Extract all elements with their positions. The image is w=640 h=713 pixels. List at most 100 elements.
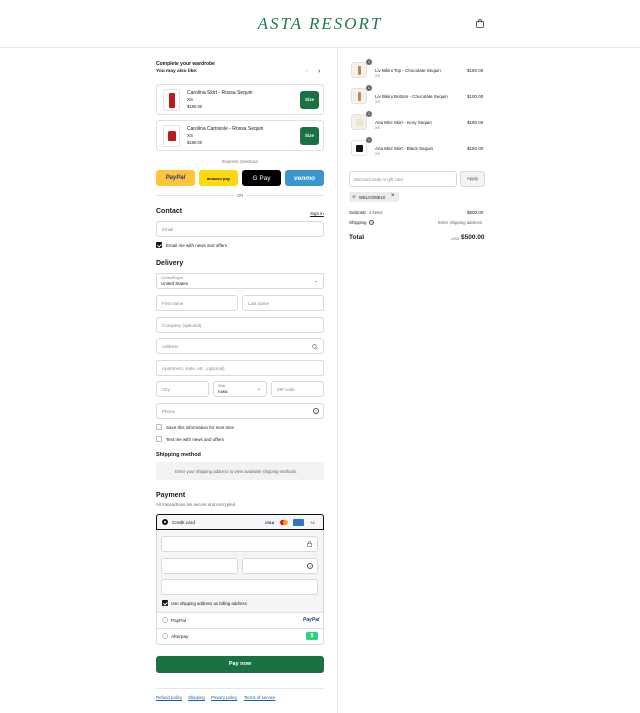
- upsell-subtitle: You may also like:: [156, 69, 198, 74]
- state-select[interactable]: State Iowa ⌄: [213, 381, 267, 397]
- email-placeholder: Email: [162, 227, 174, 232]
- apply-button[interactable]: Apply: [460, 171, 485, 187]
- zip-placeholder: ZIP code: [277, 387, 295, 392]
- divider: [156, 195, 234, 196]
- column-divider: [337, 48, 338, 713]
- help-icon[interactable]: ?: [313, 408, 319, 414]
- discount-code-input[interactable]: Discount code or gift card: [349, 171, 457, 187]
- state-label: State: [218, 384, 226, 388]
- chevron-right-icon[interactable]: ›: [318, 68, 320, 75]
- chevron-left-icon[interactable]: ‹: [306, 68, 308, 75]
- phone-placeholder: Phone: [162, 409, 176, 414]
- size-button[interactable]: Size: [300, 127, 319, 145]
- city-field[interactable]: City: [156, 381, 209, 397]
- company-placeholder: Company (optional): [162, 323, 202, 328]
- help-icon[interactable]: ?: [307, 563, 313, 569]
- expiration-field[interactable]: [161, 558, 238, 574]
- product-thumbnail: [351, 88, 367, 104]
- product-thumbnail: [351, 114, 367, 130]
- subtotal-value: $500.00: [467, 210, 484, 215]
- more-cards-badge: +4: [310, 520, 315, 525]
- amazon-pay-button[interactable]: amazon pay: [199, 170, 238, 186]
- news-checkbox[interactable]: [156, 242, 162, 248]
- discount-tag: ⊘ WELCOME10 ×: [349, 192, 399, 202]
- shipping-method-box: Enter your shipping address to view avai…: [156, 462, 324, 480]
- terms-link[interactable]: Terms of service: [244, 695, 275, 700]
- billing-checkbox[interactable]: [162, 600, 168, 606]
- cart-item-variant: XS: [375, 126, 381, 130]
- apartment-field[interactable]: Apartment, suite, etc. (optional): [156, 360, 324, 376]
- first-name-field[interactable]: First name: [156, 295, 238, 311]
- brand-logo[interactable]: ASTA RESORT: [0, 14, 640, 34]
- product-name: Carolina Skirt - Rossa Sequin: [187, 90, 253, 96]
- cart-item-price: $150.00: [467, 120, 484, 125]
- product-image: [163, 89, 180, 111]
- discount-placeholder: Discount code or gift card: [354, 177, 403, 182]
- or-divider-label: OR: [236, 193, 244, 198]
- cart-item-name: Liv Bikini Bottom - Chocolate Sequin: [375, 94, 448, 99]
- security-code-field[interactable]: ?: [242, 558, 318, 574]
- cart-item-variant: XS: [375, 100, 381, 104]
- cart-item-variant: XS: [375, 74, 381, 78]
- save-info-label: Save this information for next time: [166, 425, 235, 430]
- contact-heading: Contact: [156, 208, 183, 215]
- phone-field[interactable]: Phone ?: [156, 403, 324, 419]
- afterpay-option-label[interactable]: Afterpay: [171, 634, 188, 639]
- address-placeholder: Address: [162, 344, 179, 349]
- divider: [157, 612, 323, 613]
- cart-item-name: Ana Mini Skirt - Ivory Sequin: [375, 120, 432, 125]
- billing-label: Use shipping address as billing address: [171, 601, 247, 606]
- privacy-policy-link[interactable]: Privacy policy: [211, 695, 237, 700]
- credit-card-label: Credit card: [172, 520, 195, 525]
- company-field[interactable]: Company (optional): [156, 317, 324, 333]
- afterpay-logo-icon: $: [306, 632, 318, 640]
- tag-icon: ⊘: [352, 194, 356, 199]
- payment-heading: Payment: [156, 492, 186, 499]
- apartment-placeholder: Apartment, suite, etc. (optional): [162, 366, 225, 371]
- radio-selected[interactable]: [162, 519, 168, 525]
- paypal-logo-icon: PayPal: [303, 617, 320, 623]
- product-variant: XS: [187, 97, 194, 102]
- country-select[interactable]: Country/Region United States ⌄: [156, 273, 324, 289]
- address-field[interactable]: Address: [156, 338, 324, 354]
- shipping-value: Enter shipping address: [438, 220, 482, 225]
- card-number-field[interactable]: [161, 536, 318, 552]
- name-on-card-field[interactable]: [161, 579, 318, 595]
- credit-card-option[interactable]: Credit card VISA +4: [156, 514, 324, 530]
- product-price: $180.00: [187, 104, 203, 109]
- text-me-checkbox[interactable]: [156, 436, 162, 442]
- paypal-button[interactable]: PayPal: [156, 170, 195, 186]
- upsell-card: Carolina Camisole - Rossa Sequin XS $180…: [156, 120, 324, 151]
- paypal-option-label[interactable]: PayPal: [171, 618, 186, 623]
- lock-icon: [307, 541, 312, 547]
- last-name-field[interactable]: Last name: [242, 295, 324, 311]
- help-icon[interactable]: ?: [369, 220, 374, 225]
- city-placeholder: City: [162, 387, 170, 392]
- size-button[interactable]: Size: [300, 91, 319, 109]
- state-value: Iowa: [218, 389, 228, 394]
- pay-now-button[interactable]: Pay now: [156, 656, 324, 673]
- shopping-bag-icon[interactable]: [476, 19, 484, 28]
- product-price: $180.00: [187, 140, 203, 145]
- total-label: Total: [349, 234, 365, 241]
- quantity-badge: 1: [366, 137, 372, 143]
- quantity-badge: 1: [366, 59, 372, 65]
- delivery-heading: Delivery: [156, 260, 184, 267]
- quantity-badge: 1: [366, 111, 372, 117]
- visa-icon: VISA: [265, 520, 275, 525]
- shipping-label: Shipping: [349, 220, 367, 225]
- afterpay-radio[interactable]: [162, 633, 168, 639]
- news-label: Email me with news and offers: [166, 243, 227, 248]
- product-variant: XS: [187, 133, 194, 138]
- zip-field[interactable]: ZIP code: [271, 381, 324, 397]
- save-info-checkbox[interactable]: [156, 424, 162, 430]
- google-pay-button[interactable]: G Pay: [242, 170, 281, 186]
- remove-discount-icon[interactable]: ×: [391, 193, 395, 199]
- paypal-radio[interactable]: [162, 617, 168, 623]
- shipping-policy-link[interactable]: Shipping: [188, 695, 205, 700]
- refund-policy-link[interactable]: Refund policy: [156, 695, 182, 700]
- discount-code: WELCOME10: [359, 195, 386, 200]
- venmo-button[interactable]: venmo: [285, 170, 324, 186]
- email-field[interactable]: Email: [156, 221, 324, 237]
- sign-in-link[interactable]: Sign in: [310, 211, 324, 216]
